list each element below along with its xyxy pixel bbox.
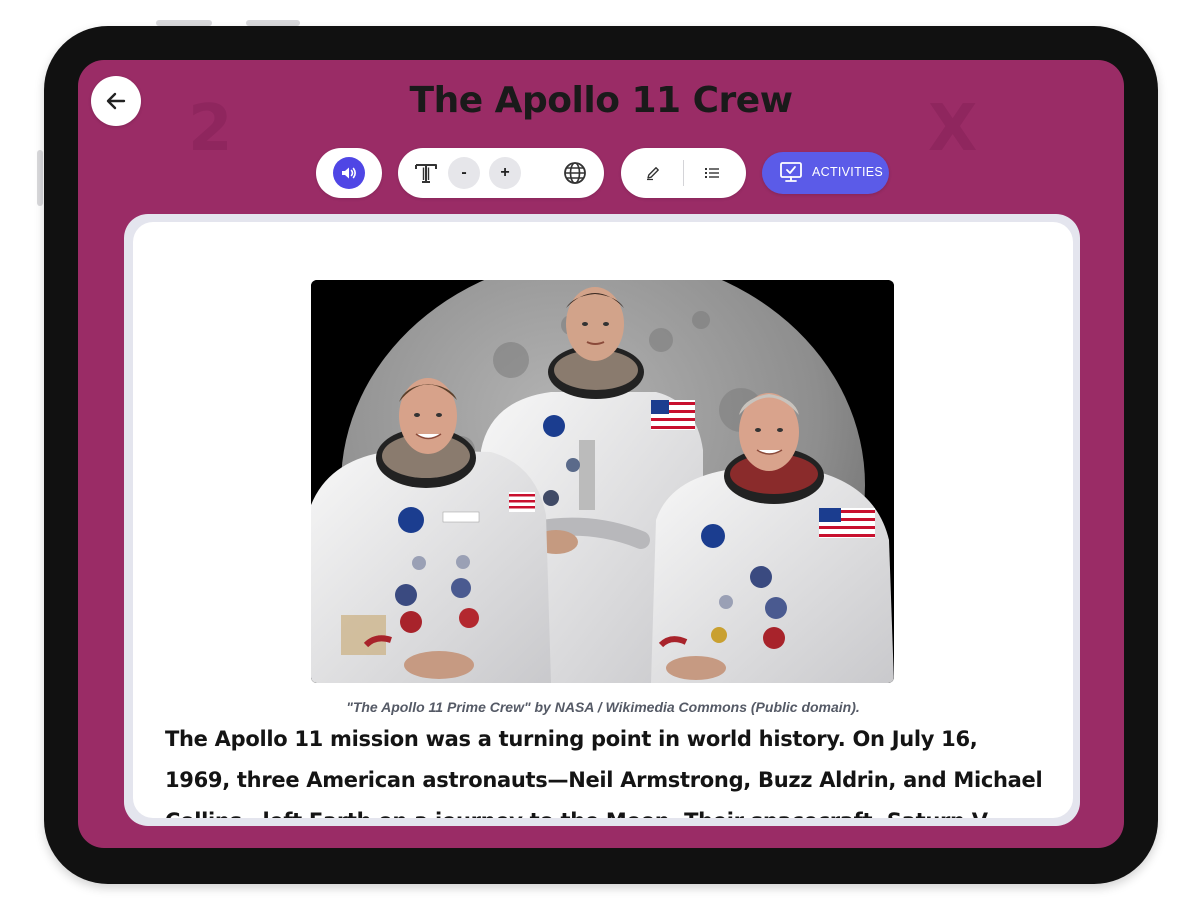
app-screen: 2 X The Apollo 11 Crew - + ACTIVITIES "T…	[78, 60, 1124, 848]
text-controls: - +	[398, 148, 604, 198]
crew-photo	[311, 280, 894, 683]
text-size-button[interactable]	[412, 160, 440, 186]
increase-text-button[interactable]: +	[489, 157, 521, 189]
article-paragraph: The Apollo 11 mission was a turning poin…	[165, 727, 1043, 818]
speaker-icon	[342, 167, 356, 179]
monitor-check-icon	[780, 162, 802, 182]
read-aloud-button[interactable]	[333, 157, 365, 189]
activities-button[interactable]: ACTIVITIES	[762, 152, 889, 194]
content-card: "The Apollo 11 Prime Crew" by NASA / Wik…	[133, 222, 1073, 818]
crew-photo-illustration	[311, 280, 894, 683]
toolbar-divider	[683, 160, 684, 186]
outline-button[interactable]	[702, 163, 722, 183]
tablet-side-button	[37, 150, 43, 206]
activities-label: ACTIVITIES	[812, 165, 884, 179]
tool-controls	[621, 148, 746, 198]
annotate-button[interactable]	[643, 163, 663, 183]
decrease-text-button[interactable]: -	[448, 157, 480, 189]
page-title: The Apollo 11 Crew	[409, 80, 793, 121]
language-button[interactable]	[562, 160, 588, 186]
audio-control	[316, 148, 382, 198]
list-icon	[705, 168, 719, 178]
image-caption: "The Apollo 11 Prime Crew" by NASA / Wik…	[346, 699, 860, 715]
text-size-icon	[415, 164, 437, 183]
pencil-icon	[647, 167, 659, 181]
globe-icon	[564, 162, 586, 184]
